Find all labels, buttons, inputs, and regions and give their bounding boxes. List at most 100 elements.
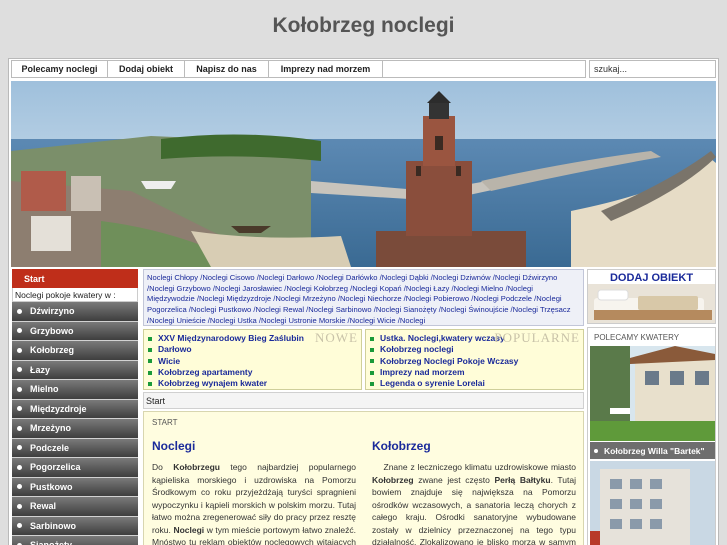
location-link[interactable]: Noclegi (400, 316, 425, 325)
topnav-item-0[interactable]: Polecamy noclegi (12, 61, 108, 77)
main-content: START Noclegi Do Kołobrzegu tego najbard… (143, 411, 584, 545)
news-popular-watermark: POPULARNE (494, 330, 580, 345)
location-link[interactable]: Noclegi Grzybowo (149, 284, 211, 293)
location-link[interactable]: Noclegi Niechorze (340, 294, 402, 303)
sidebar-item-label: Rewal (30, 501, 57, 512)
square-bullet-icon (370, 381, 374, 386)
square-bullet-icon (148, 381, 152, 386)
content-left-column: Noclegi Do Kołobrzegu tego najbardziej p… (152, 439, 356, 545)
location-link[interactable]: Noclegi Łazy (406, 284, 449, 293)
recommended-caption[interactable]: Kołobrzeg Willa "Bartek" (590, 442, 715, 459)
news-item[interactable]: Wicie (148, 356, 357, 367)
sidebar-item-2[interactable]: Kołobrzeg (12, 341, 138, 361)
sidebar-item-10[interactable]: Rewal (12, 497, 138, 517)
news-item[interactable]: Kołobrzeg wynajem kwater (148, 378, 357, 389)
sidebar-item-6[interactable]: Mrzeżyno (12, 419, 138, 439)
bullet-icon (17, 464, 22, 470)
news-item-label: Wicie (158, 355, 181, 366)
bullet-icon (17, 367, 22, 373)
square-bullet-icon (148, 347, 152, 352)
sidebar-item-label: Kołobrzeg (30, 345, 74, 356)
recommended-title: POLECAMY KWATERY (594, 333, 680, 342)
right-pre: Znane z leczniczego klimatu uzdrowiskowe… (383, 462, 576, 472)
news-new-box: NOWE XXV Międzynarodowy Bieg Zaślubin Dar… (143, 329, 362, 390)
recommended-lodging: POLECAMY KWATERY Kołobrzeg Willa "Bartek… (587, 327, 716, 545)
location-link[interactable]: Noclegi Mrzeżyno (275, 294, 335, 303)
location-link[interactable]: Noclegi Podczele (473, 294, 532, 303)
news-item[interactable]: Kołobrzeg Noclegi Pokoje Wczasy (370, 356, 579, 367)
sidebar-item-label: Sarbinowo (30, 520, 77, 531)
sidebar-item-11[interactable]: Sarbinowo (12, 516, 138, 536)
right-paragraph: Znane z leczniczego klimatu uzdrowiskowe… (372, 461, 576, 545)
news-item[interactable]: Imprezy nad morzem (370, 367, 579, 378)
sidebar-item-9[interactable]: Pustkowo (12, 477, 138, 497)
news-item-label: Kołobrzeg noclegi (380, 344, 454, 355)
bullet-icon (17, 523, 22, 529)
location-link[interactable]: Noclegi Jarosławiec (215, 284, 282, 293)
location-link[interactable]: Noclegi Dąbki (382, 273, 429, 282)
news-item[interactable]: Kołobrzeg apartamenty (148, 367, 357, 378)
recommended-caption-text: Kołobrzeg Willa "Bartek" (604, 445, 705, 456)
header-banner-photo (11, 81, 716, 267)
sidebar-item-label: Sianożęty (30, 540, 72, 545)
news-item-label: Darłowo (158, 344, 192, 355)
villa-photo[interactable] (590, 346, 715, 441)
location-link[interactable]: Noclegi Dźwirzyno (495, 273, 557, 282)
sidebar-item-8[interactable]: Pogorzelica (12, 458, 138, 478)
bullet-icon (17, 445, 22, 451)
location-link[interactable]: Noclegi Trzęsacz (513, 305, 571, 314)
sidebar-item-0[interactable]: Dźwirzyno (12, 302, 138, 322)
location-link[interactable]: Noclegi Sarbinowo (308, 305, 371, 314)
sidebar-start-button[interactable]: Start (12, 269, 138, 288)
sidebar-item-12[interactable]: Sianożęty (12, 536, 138, 545)
sidebar-item-4[interactable]: Mielno (12, 380, 138, 400)
location-link[interactable]: Noclegi Dziwnów (433, 273, 491, 282)
topnav-item-2[interactable]: Napisz do nas (185, 61, 269, 77)
location-link[interactable]: Noclegi Pobierowo (406, 294, 469, 303)
location-link[interactable]: Noclegi Wicie (350, 316, 396, 325)
location-link[interactable]: Noclegi Pustkowo (191, 305, 251, 314)
sidebar-item-1[interactable]: Grzybowo (12, 321, 138, 341)
location-link[interactable]: Noclegi Mielno (454, 284, 504, 293)
square-bullet-icon (148, 370, 152, 375)
bullet-icon (17, 386, 22, 392)
location-link[interactable]: Noclegi Międzyzdroje (199, 294, 271, 303)
topnav-item-1[interactable]: Dodaj obiekt (108, 61, 185, 77)
news-new-watermark: NOWE (315, 330, 358, 345)
right-strong-1: Kołobrzeg (372, 474, 414, 485)
search-input[interactable] (589, 60, 716, 78)
news-item-label: Ustka. Noclegi,kwatery wczasy (380, 333, 505, 343)
sidebar-item-label: Mrzeżyno (30, 423, 72, 434)
location-link[interactable]: Noclegi Unieście (149, 316, 206, 325)
square-bullet-icon (370, 359, 374, 364)
bullet-icon (17, 328, 22, 334)
location-link[interactable]: Noclegi Sianożęty (376, 305, 437, 314)
sidebar-item-3[interactable]: Łazy (12, 360, 138, 380)
left-strong-1: Kołobrzegu (173, 462, 220, 472)
hotel-photo[interactable] (590, 461, 715, 545)
location-link[interactable]: Noclegi Cisowo (202, 273, 254, 282)
left-paragraph: Do Kołobrzegu tego najbardziej popularne… (152, 461, 356, 545)
square-bullet-icon (148, 336, 152, 341)
news-item-label: Kołobrzeg apartamenty (158, 366, 253, 377)
location-link[interactable]: Noclegi Rewal (256, 305, 305, 314)
location-link[interactable]: Noclegi Ustronie Morskie (261, 316, 345, 325)
location-link[interactable]: Noclegi Darłowo (259, 273, 314, 282)
right-post: . Tutaj bowiem znajduje się największa n… (372, 474, 576, 545)
location-link[interactable]: Noclegi Kołobrzeg (286, 284, 348, 293)
news-item[interactable]: Legenda o syrenie Lorelai (370, 378, 579, 389)
news-item-label: Imprezy nad morzem (380, 366, 465, 377)
sidebar-item-5[interactable]: Międzyzdroje (12, 399, 138, 419)
top-navigation: Polecamy noclegi Dodaj obiekt Napisz do na… (11, 60, 586, 78)
sidebar-item-7[interactable]: Podczele (12, 438, 138, 458)
location-link[interactable]: Noclegi Chłopy (147, 273, 198, 282)
location-link[interactable]: Noclegi Darłówko (318, 273, 377, 282)
location-link[interactable]: Noclegi Świnoujście (441, 305, 509, 314)
add-listing-banner[interactable]: DODAJ OBIEKT (587, 269, 716, 324)
topnav-item-3[interactable]: Imprezy nad morzem (269, 61, 383, 77)
news-item-label: Kołobrzeg wynajem kwater (158, 378, 268, 389)
sidebar-item-label: Łazy (30, 364, 51, 375)
location-link[interactable]: Noclegi Ustka (210, 316, 257, 325)
location-link[interactable]: Noclegi Kopań (352, 284, 401, 293)
bullet-icon (17, 484, 22, 490)
